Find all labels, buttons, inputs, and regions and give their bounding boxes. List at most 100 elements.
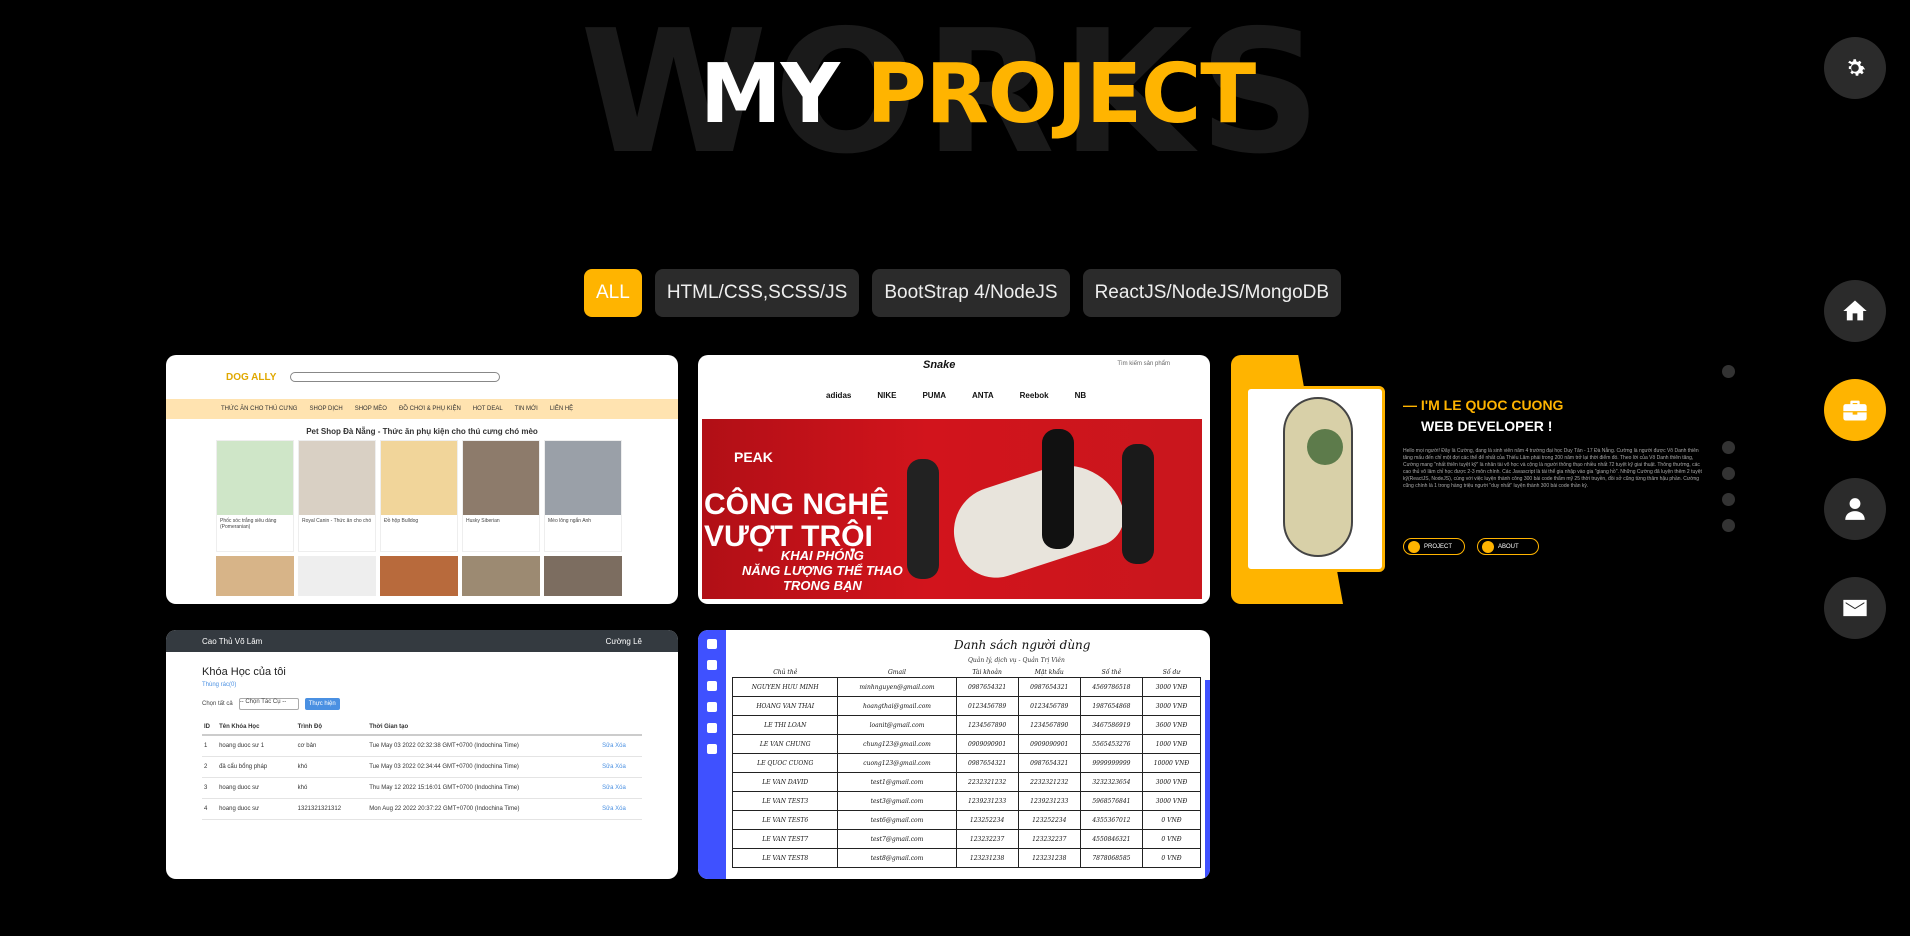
cell: 1987654868 xyxy=(1079,696,1143,716)
cell: hoang duoc sư 1 xyxy=(217,735,296,757)
portfolio-role: WEB DEVELOPER ! xyxy=(1421,418,1553,434)
bug-mask xyxy=(1307,429,1343,465)
product-card: Đồ hộp Bulldog xyxy=(380,440,458,552)
brand-logo: ANTA xyxy=(972,391,994,400)
portfolio-project-button: PROJECT xyxy=(1403,538,1465,555)
cell: 10000 VNĐ xyxy=(1141,753,1202,773)
filter-bootstrap[interactable]: BootStrap 4/NodeJS xyxy=(872,269,1070,317)
filter-all[interactable]: ALL xyxy=(584,269,642,317)
project-card-courses[interactable]: Cao Thủ Võ Lâm Cường Lê Khóa Học của tôi… xyxy=(166,630,678,879)
users-edge xyxy=(1205,680,1210,879)
cell: 1234567890 xyxy=(955,715,1019,735)
product-card: Phốc sóc trắng siêu dáng (Pomeranian) xyxy=(216,440,294,552)
cell: 4569786518 xyxy=(1079,677,1143,697)
projects-page: WORKS MY PROJECT ALL HTML/CSS,SCSS/JS Bo… xyxy=(0,0,1910,936)
product-image xyxy=(217,441,293,515)
cell: test1@gmail.com xyxy=(837,772,957,792)
athlete-figure xyxy=(1122,444,1154,564)
briefcase-icon xyxy=(1843,400,1867,421)
cell: test8@gmail.com xyxy=(837,848,957,868)
table-row: 3 hoang duoc sư khó Thu May 12 2022 15:16:0… xyxy=(202,777,642,799)
settings-button[interactable] xyxy=(1824,37,1886,99)
cell: 3000 VNĐ xyxy=(1141,696,1202,716)
user-icon xyxy=(1845,498,1865,520)
project-card-petshop[interactable]: DOG ALLY THỨC ĂN CHO THÚ CƯNG SHOP DỊCH … xyxy=(166,355,678,604)
cell: 0 VNĐ xyxy=(1141,848,1202,868)
cell: 2232321232 xyxy=(1017,772,1081,792)
home-icon xyxy=(1843,300,1867,321)
col-header xyxy=(600,720,642,736)
filter-react[interactable]: ReactJS/NodeJS/MongoDB xyxy=(1082,269,1342,317)
delete-link: Xóa xyxy=(615,764,626,770)
delete-link: Xóa xyxy=(615,785,626,791)
product-name: Phốc sóc trắng siêu dáng (Pomeranian) xyxy=(220,518,277,530)
portfolio-buttons: PROJECT ABOUT xyxy=(1403,538,1539,555)
nav-about-button[interactable] xyxy=(1824,478,1886,540)
table-row: 2 đả cẩu bổng pháp khó Tue May 03 2022 02:3… xyxy=(202,756,642,778)
cell: loanit@gmail.com xyxy=(837,715,957,735)
cell: 3600 VNĐ xyxy=(1141,715,1202,735)
sneaker-logo: Snake xyxy=(923,359,956,371)
cell: 1234567890 xyxy=(1017,715,1081,735)
brand-logo: PUMA xyxy=(922,391,947,400)
courses-user: Cường Lê xyxy=(605,636,642,646)
filter-html-css[interactable]: HTML/CSS,SCSS/JS xyxy=(654,269,860,317)
cell: 0987654321 xyxy=(955,753,1019,773)
nav-portfolio-button[interactable] xyxy=(1824,379,1886,441)
courses-controls: Chọn tất cả -- Chọn Tác Cụ -- Thực hiện xyxy=(202,698,678,710)
col-header: Tên Khóa Học xyxy=(217,720,296,736)
col-header: Số dư xyxy=(1142,668,1201,678)
cell: LE VAN TEST6 xyxy=(731,810,839,830)
banner-headline: CÔNG NGHỆ VƯỢT TRỘI xyxy=(704,489,889,552)
cell: 2232321232 xyxy=(955,772,1019,792)
edit-link: Sửa xyxy=(602,806,614,812)
courses-title: Khóa Học của tôi xyxy=(202,666,286,678)
cell: 123252234 xyxy=(1017,810,1081,830)
cell: 123232237 xyxy=(955,829,1019,849)
col-header: Chủ thẻ xyxy=(732,668,838,678)
project-card-users[interactable]: Danh sách người dùng Quản lý, dịch vụ - … xyxy=(698,630,1210,879)
cell: 2 xyxy=(202,756,218,778)
portfolio-about-button: ABOUT xyxy=(1477,538,1539,555)
project-filters: ALL HTML/CSS,SCSS/JS BootStrap 4/NodeJS … xyxy=(584,269,1342,317)
project-card-portfolio[interactable]: — I'M LE QUOC CUONG WEB DEVELOPER ! Hell… xyxy=(1231,355,1746,604)
cell: 0987654321 xyxy=(1017,677,1081,697)
petshop-header: DOG ALLY xyxy=(166,355,678,399)
nav-dot xyxy=(1722,519,1735,532)
cell: test6@gmail.com xyxy=(837,810,957,830)
cell: Tue May 03 2022 02:32:38 GMT+0700 (Indoc… xyxy=(367,735,601,757)
portfolio-side-dots xyxy=(1722,365,1735,532)
cell: đả cẩu bổng pháp xyxy=(217,756,296,778)
petshop-nav-item: SHOP MÈO xyxy=(354,406,387,412)
product-image xyxy=(216,556,294,596)
nav-dot xyxy=(1722,467,1735,480)
cell: 7878068585 xyxy=(1079,848,1143,868)
project-card-sneaker[interactable]: Snake Tìm kiếm sản phẩm adidas NIKE PUMA… xyxy=(698,355,1210,604)
nav-home-button[interactable] xyxy=(1824,280,1886,342)
nav-contact-button[interactable] xyxy=(1824,577,1886,639)
product-card: Royal Canin - Thức ăn cho chó xyxy=(298,440,376,552)
menu-icon xyxy=(707,639,717,649)
cell: LE VAN TEST7 xyxy=(731,829,839,849)
cell: 3000 VNĐ xyxy=(1141,791,1202,811)
headline-line: CÔNG NGHỆ xyxy=(704,488,890,521)
cell: LE THI LOAN xyxy=(731,715,839,735)
row-actions: Sửa Xóa xyxy=(600,798,642,820)
cell: 0909090901 xyxy=(955,734,1019,754)
cell: Mon Aug 22 2022 20:37:22 GMT+0700 (Indoc… xyxy=(367,798,601,820)
chat-icon xyxy=(707,702,717,712)
cell: 0987654321 xyxy=(955,677,1019,697)
col-header: Gmail xyxy=(837,668,957,678)
cell: 3000 VNĐ xyxy=(1141,677,1202,697)
product-image xyxy=(380,556,458,596)
col-header: ID xyxy=(202,720,218,736)
product-image xyxy=(463,441,539,515)
product-name: Royal Canin - Thức ăn cho chó xyxy=(302,518,372,524)
brand-logo: NB xyxy=(1074,391,1087,400)
cell: 3 xyxy=(202,777,218,799)
product-image xyxy=(299,441,375,515)
cell: HOANG VAN THAI xyxy=(731,696,839,716)
nav-dot xyxy=(1722,493,1735,506)
button-label: ABOUT xyxy=(1498,543,1519,550)
table-row: LE THI LOAN loanit@gmail.com 1234567890 123… xyxy=(731,715,1202,735)
